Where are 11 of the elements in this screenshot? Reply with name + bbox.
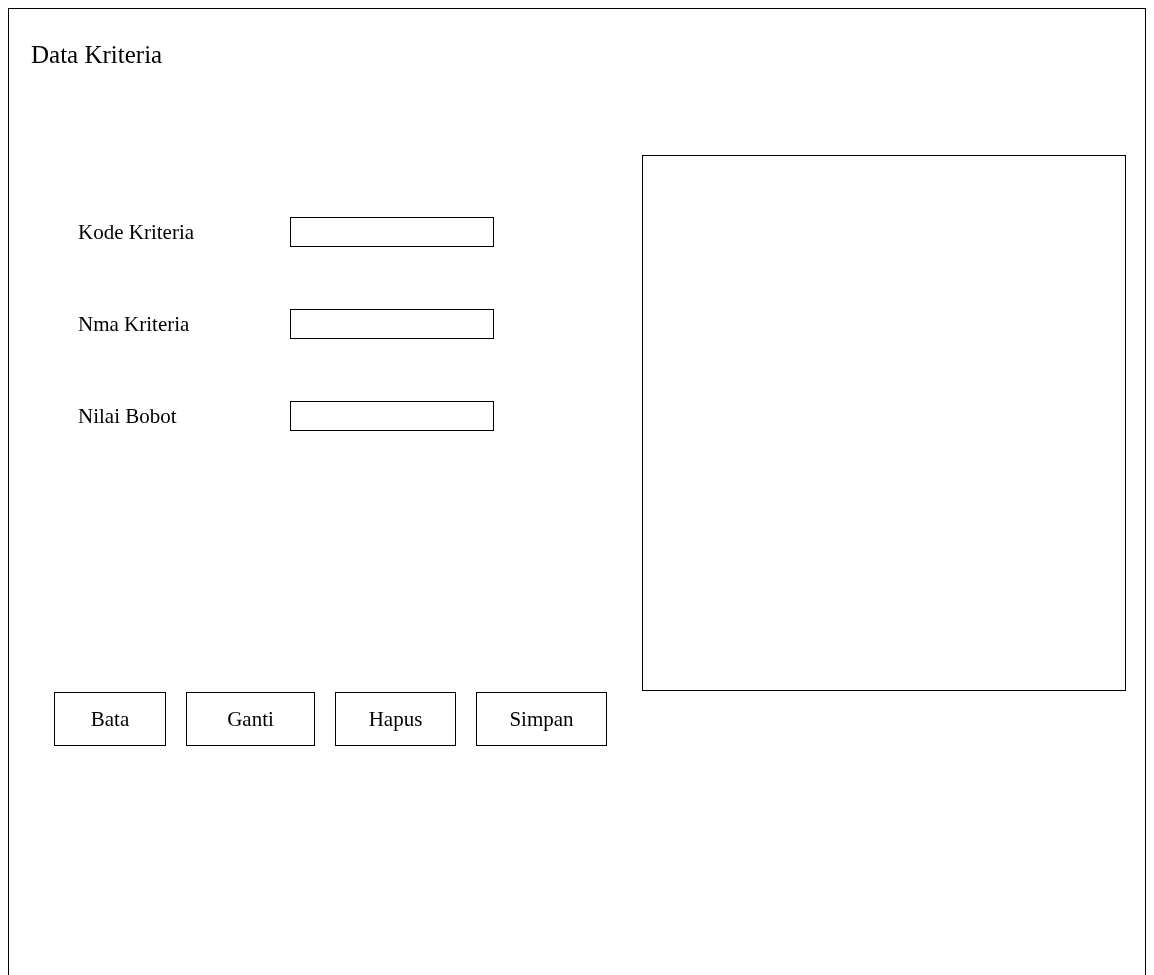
action-button[interactable]: Simpan <box>476 692 607 746</box>
page-title: Data Kriteria <box>31 40 163 70</box>
action-button[interactable]: Bata <box>54 692 166 746</box>
action-button[interactable]: Ganti <box>186 692 315 746</box>
input-field[interactable] <box>290 217 494 247</box>
field-label: Kode Kriteria <box>78 219 196 245</box>
action-button[interactable]: Hapus <box>335 692 456 746</box>
field-label: Nma Kriteria <box>78 311 191 337</box>
field-label: Nilai Bobot <box>78 403 178 429</box>
input-field[interactable] <box>290 309 494 339</box>
input-field[interactable] <box>290 401 494 431</box>
